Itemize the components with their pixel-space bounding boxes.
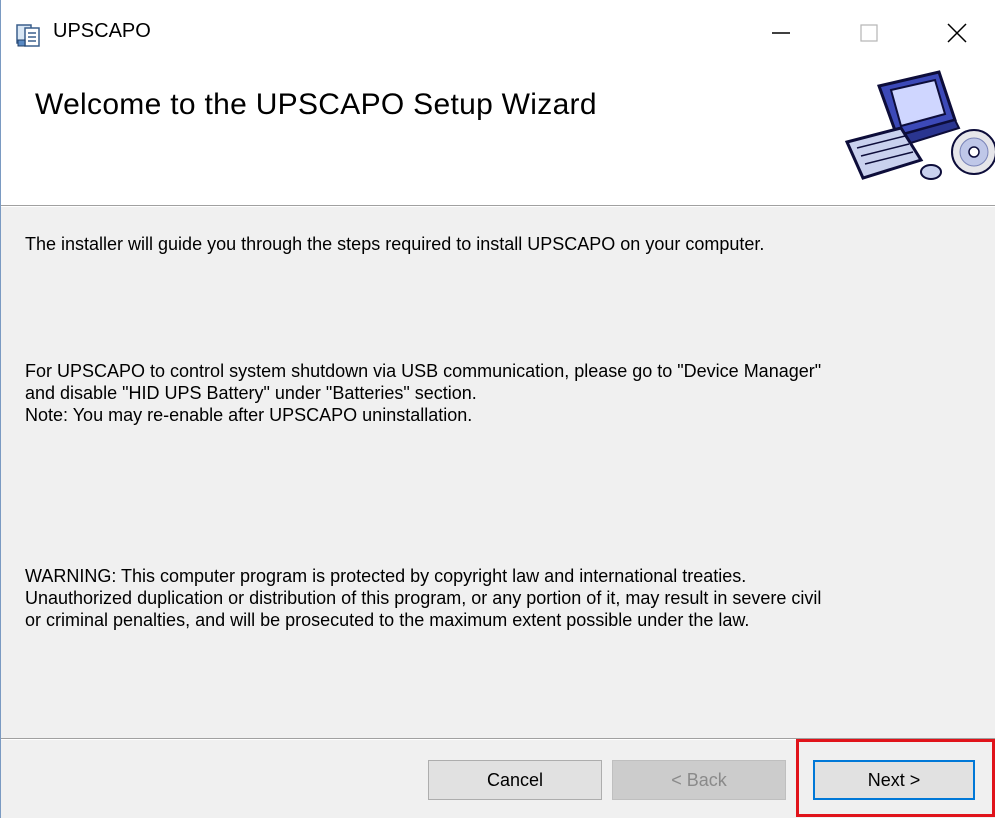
close-icon bbox=[947, 23, 967, 43]
warning-line: or criminal penalties, and will be prose… bbox=[25, 610, 750, 630]
installer-icon bbox=[16, 24, 40, 47]
warning-line: WARNING: This computer program is protec… bbox=[25, 566, 747, 586]
usb-note-line: and disable "HID UPS Battery" under "Bat… bbox=[25, 383, 477, 403]
minimize-icon bbox=[772, 32, 790, 34]
title-bar[interactable]: UPSCAPO bbox=[1, 0, 995, 68]
maximize-icon bbox=[860, 24, 878, 42]
computer-cd-icon bbox=[844, 70, 995, 180]
window-title: UPSCAPO bbox=[53, 20, 151, 42]
back-button[interactable]: < Back bbox=[612, 760, 786, 800]
usb-note: For UPSCAPO to control system shutdown v… bbox=[25, 360, 985, 426]
close-button[interactable] bbox=[927, 10, 987, 56]
banner-divider bbox=[1, 205, 995, 207]
warning-line: Unauthorized duplication or distribution… bbox=[25, 588, 822, 608]
copyright-warning: WARNING: This computer program is protec… bbox=[25, 565, 985, 631]
usb-note-line: Note: You may re-enable after UPSCAPO un… bbox=[25, 405, 473, 425]
footer-divider bbox=[1, 738, 995, 740]
setup-wizard-window: UPSCAPO Welcome to the UPSCAPO Setup Wiz… bbox=[0, 0, 995, 818]
maximize-button[interactable] bbox=[839, 10, 899, 56]
cancel-button[interactable]: Cancel bbox=[428, 760, 602, 800]
wizard-banner: Welcome to the UPSCAPO Setup Wizard bbox=[1, 68, 995, 205]
usb-note-line: For UPSCAPO to control system shutdown v… bbox=[25, 361, 822, 381]
next-button[interactable]: Next > bbox=[813, 760, 975, 800]
minimize-button[interactable] bbox=[751, 10, 811, 56]
intro-text: The installer will guide you through the… bbox=[25, 234, 765, 254]
wizard-heading: Welcome to the UPSCAPO Setup Wizard bbox=[35, 88, 597, 121]
